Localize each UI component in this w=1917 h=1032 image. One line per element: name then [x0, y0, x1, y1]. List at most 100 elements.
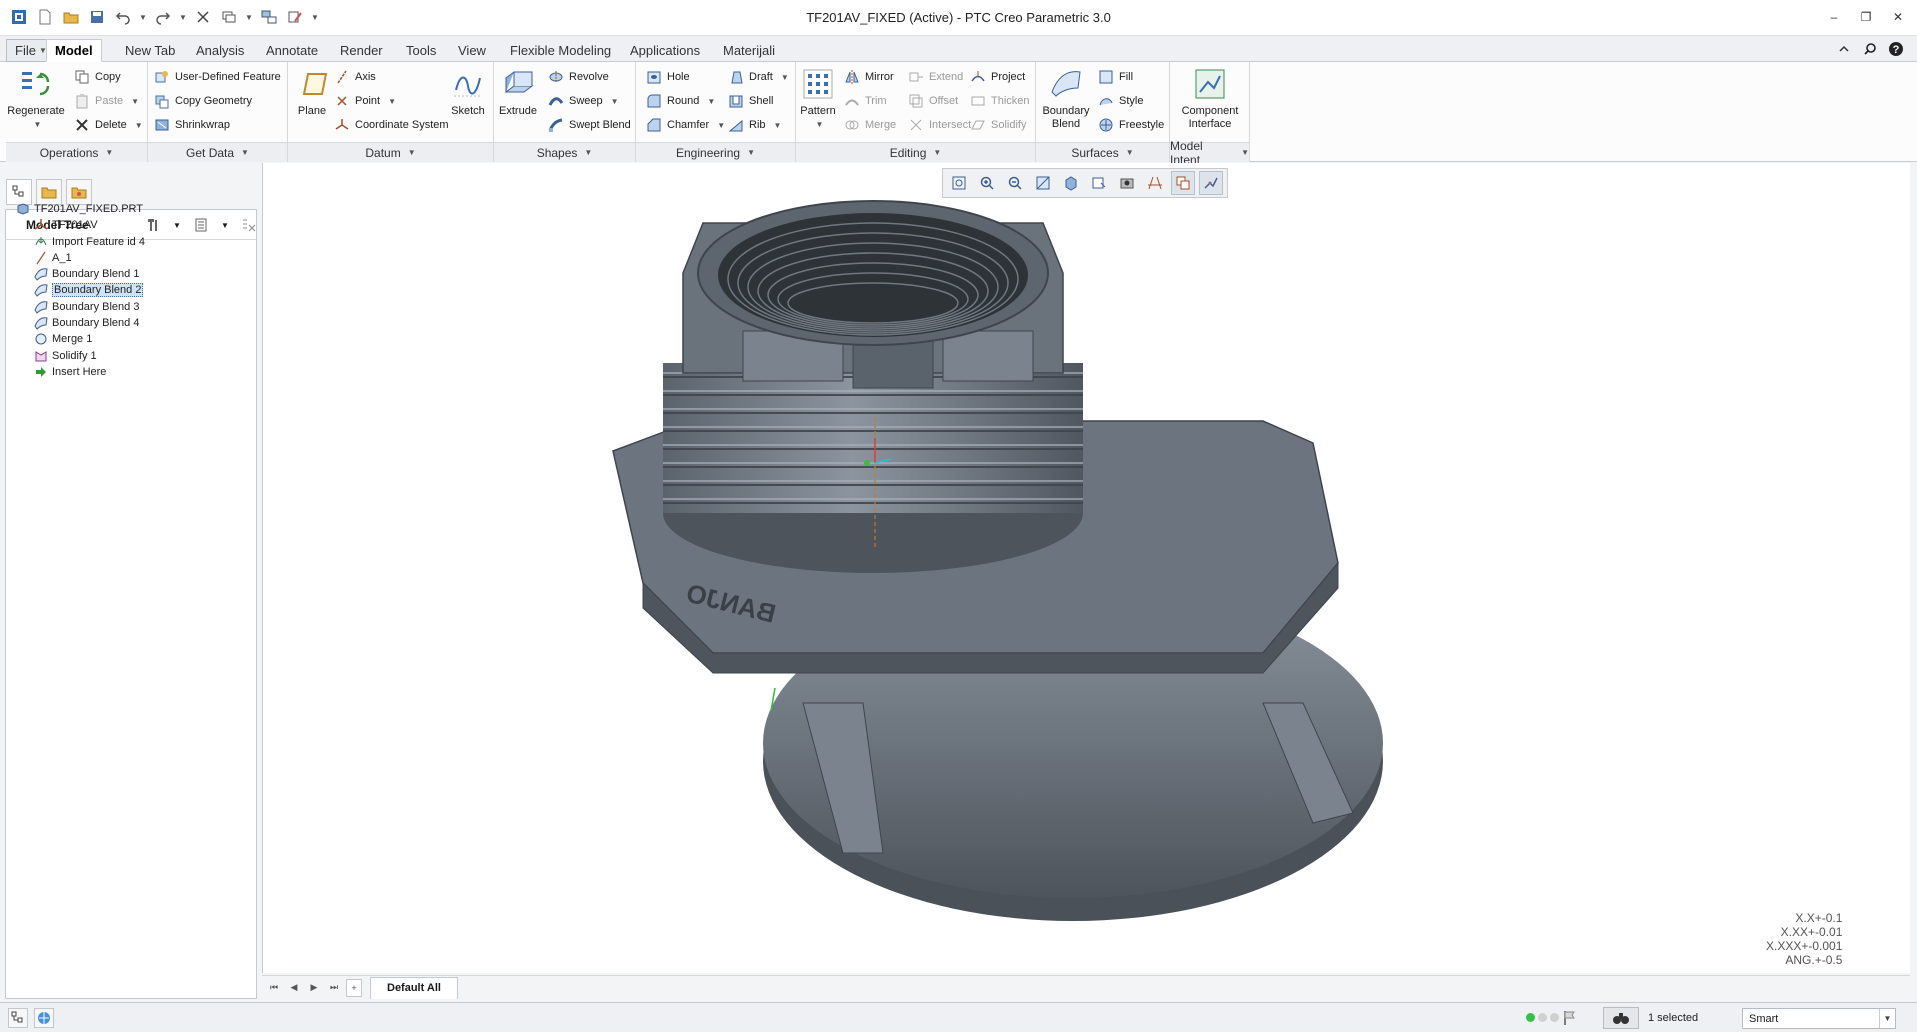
offset-button[interactable]: Offset [908, 90, 958, 112]
tab-view[interactable]: View [450, 39, 494, 62]
round-button[interactable]: Round ▼ [646, 90, 715, 112]
copy-button[interactable]: Copy [74, 66, 121, 88]
minimize-icon[interactable]: – [1825, 8, 1843, 26]
saved-orientations-icon[interactable] [1087, 171, 1111, 195]
datum-display-filters-icon[interactable] [1171, 171, 1195, 195]
annotation-display-icon[interactable] [1199, 171, 1223, 195]
chevron-down-icon[interactable]: ▼ [168, 216, 186, 234]
shell-button[interactable]: Shell [728, 90, 773, 112]
selection-binoculars-button[interactable] [1603, 1007, 1639, 1029]
chamfer-button[interactable]: Chamfer ▼ [646, 114, 725, 136]
next-page-icon[interactable]: ▶ [306, 979, 322, 997]
user-defined-feature-button[interactable]: User-Defined Feature [154, 66, 281, 88]
chevron-down-icon[interactable]: ▼ [216, 216, 234, 234]
trim-button[interactable]: Trim [844, 90, 887, 112]
axis-button[interactable]: Axis [334, 66, 376, 88]
extend-button[interactable]: Extend [908, 66, 963, 88]
point-button[interactable]: Point ▼ [334, 90, 396, 112]
first-page-icon[interactable]: ⏮ [266, 979, 282, 997]
coordinate-system-button[interactable]: Coordinate System [334, 114, 449, 136]
group-label-surfaces[interactable]: Surfaces ▼ [1036, 142, 1169, 162]
style-button[interactable]: Style [1098, 90, 1143, 112]
flag-icon[interactable] [1562, 1010, 1578, 1026]
revolve-button[interactable]: Revolve [548, 66, 609, 88]
merge-button[interactable]: Merge [844, 114, 896, 136]
settings-tools-icon[interactable] [144, 216, 162, 234]
component-interface-button[interactable]: Component Interface [1176, 66, 1244, 131]
plane-button[interactable]: Plane [292, 66, 332, 118]
tab-analysis[interactable]: Analysis [188, 39, 252, 62]
project-button[interactable]: Project [970, 66, 1025, 88]
import-icon [35, 237, 47, 246]
extrude-icon [504, 71, 534, 93]
tree-node-csys[interactable]: TF201AV [34, 216, 98, 234]
group-label-get-data[interactable]: Get Data ▼ [148, 142, 287, 162]
hole-icon [647, 71, 661, 84]
chevron-down-icon: ▼ [407, 148, 416, 157]
layer-tab-default-all[interactable]: Default All [370, 976, 458, 999]
tree-node-merge[interactable]: Merge 1 [34, 330, 92, 348]
graphics-window[interactable]: BANJO [262, 163, 1910, 973]
pattern-button[interactable]: Pattern ▼ [798, 66, 838, 131]
tab-applications[interactable]: Applications [622, 39, 708, 62]
rib-button[interactable]: Rib ▼ [728, 114, 781, 136]
restore-icon[interactable]: ❐ [1857, 8, 1875, 26]
display-style-icon[interactable] [1059, 171, 1083, 195]
sketch-button[interactable]: Sketch [448, 66, 488, 118]
search-icon[interactable] [1861, 40, 1879, 58]
delete-button[interactable]: Delete ▼ [74, 114, 143, 136]
intersect-button[interactable]: Intersect [908, 114, 971, 136]
mirror-button[interactable]: Mirror [844, 66, 894, 88]
hole-button[interactable]: Hole [646, 66, 690, 88]
close-icon[interactable]: ✕ [1889, 8, 1907, 26]
shrinkwrap-button[interactable]: Shrinkwrap [154, 114, 230, 136]
zoom-in-icon[interactable] [975, 171, 999, 195]
refit-icon[interactable] [947, 171, 971, 195]
window-controls: – ❐ ✕ [1825, 8, 1907, 26]
repaint-icon[interactable] [1031, 171, 1055, 195]
tree-node-insert-here[interactable]: Insert Here [34, 363, 106, 381]
perspective-icon[interactable] [1143, 171, 1167, 195]
group-label-editing[interactable]: Editing ▼ [796, 142, 1035, 162]
group-label-model-intent[interactable]: Model Intent ▼ [1170, 139, 1249, 167]
prev-page-icon[interactable]: ◀ [286, 979, 302, 997]
fill-button[interactable]: Fill [1098, 66, 1133, 88]
last-page-icon[interactable]: ⏭ [326, 979, 342, 997]
freestyle-button[interactable]: Freestyle [1098, 114, 1164, 136]
help-icon[interactable]: ? [1887, 40, 1905, 58]
regenerate-button[interactable]: Regenerate ▼ [7, 66, 65, 131]
tab-tools[interactable]: Tools [398, 39, 444, 62]
model-tree-tools: ▼ ▼ [144, 216, 258, 234]
paste-button[interactable]: Paste ▼ [74, 90, 139, 112]
collapse-ribbon-icon[interactable] [1835, 40, 1853, 58]
toggle-navigator-icon[interactable] [8, 1008, 28, 1028]
show-tree-icon[interactable] [192, 216, 210, 234]
copy-geometry-button[interactable]: Copy Geometry [154, 90, 252, 112]
tab-materijali[interactable]: Materijali [715, 39, 783, 62]
view-manager-icon[interactable] [1115, 171, 1139, 195]
boundary-blend-button[interactable]: Boundary Blend [1040, 66, 1092, 131]
revolve-icon [549, 71, 563, 83]
tab-render[interactable]: Render [332, 39, 391, 62]
tab-model[interactable]: Model [46, 39, 102, 62]
group-label-datum[interactable]: Datum ▼ [288, 142, 493, 162]
tab-annotate[interactable]: Annotate [258, 39, 326, 62]
draft-button[interactable]: Draft ▼ [728, 66, 789, 88]
group-label-engineering[interactable]: Engineering ▼ [636, 142, 795, 162]
sweep-button[interactable]: Sweep ▼ [548, 90, 619, 112]
group-label-shapes[interactable]: Shapes ▼ [494, 142, 635, 162]
thicken-button[interactable]: Thicken [970, 90, 1030, 112]
tree-node-boundary-blend-2[interactable]: Boundary Blend 2 [34, 281, 144, 299]
zoom-out-icon[interactable] [1003, 171, 1027, 195]
add-tab-icon[interactable]: + [346, 978, 362, 997]
tab-flexible-modeling[interactable]: Flexible Modeling [502, 39, 619, 62]
selection-filter-select[interactable]: Smart ▼ [1742, 1008, 1896, 1029]
component-interface-icon [1195, 69, 1225, 99]
toggle-browser-icon[interactable] [34, 1008, 54, 1028]
solidify-button[interactable]: Solidify [970, 114, 1026, 136]
tree-filter-icon[interactable] [240, 216, 258, 234]
swept-blend-button[interactable]: Swept Blend [548, 114, 631, 136]
group-label-operations[interactable]: Operations ▼ [6, 142, 147, 162]
extrude-button[interactable]: Extrude [498, 66, 538, 118]
tab-new-tab[interactable]: New Tab [117, 39, 183, 62]
